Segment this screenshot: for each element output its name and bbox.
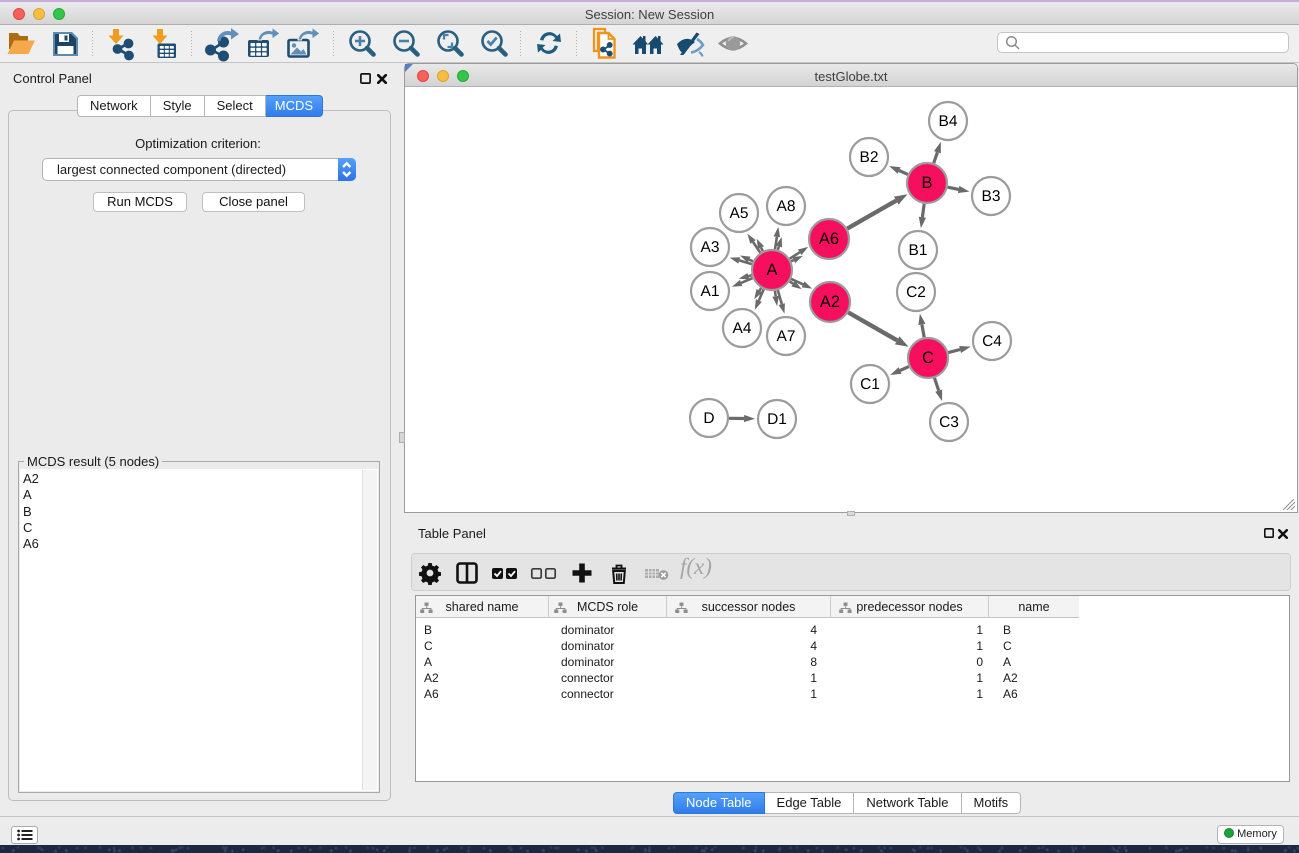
svg-text:C1: C1 bbox=[860, 376, 880, 393]
svg-text:B3: B3 bbox=[982, 188, 1001, 205]
svg-text:A8: A8 bbox=[777, 198, 796, 215]
svg-text:A7: A7 bbox=[777, 328, 796, 345]
svg-text:A6: A6 bbox=[819, 230, 839, 248]
svg-text:D1: D1 bbox=[767, 411, 787, 428]
svg-text:B4: B4 bbox=[939, 113, 958, 130]
svg-text:A3: A3 bbox=[701, 239, 720, 256]
svg-text:A5: A5 bbox=[730, 205, 749, 222]
svg-text:C2: C2 bbox=[906, 284, 926, 301]
svg-text:C3: C3 bbox=[939, 414, 959, 431]
svg-text:A2: A2 bbox=[820, 293, 840, 311]
svg-text:B: B bbox=[921, 174, 932, 192]
svg-text:C4: C4 bbox=[982, 333, 1002, 350]
svg-text:C: C bbox=[922, 349, 934, 367]
svg-text:B2: B2 bbox=[860, 149, 879, 166]
svg-text:B1: B1 bbox=[909, 242, 928, 259]
svg-text:A1: A1 bbox=[701, 283, 720, 300]
svg-text:A4: A4 bbox=[733, 320, 752, 337]
svg-text:A: A bbox=[766, 261, 777, 279]
svg-text:D: D bbox=[703, 410, 714, 427]
